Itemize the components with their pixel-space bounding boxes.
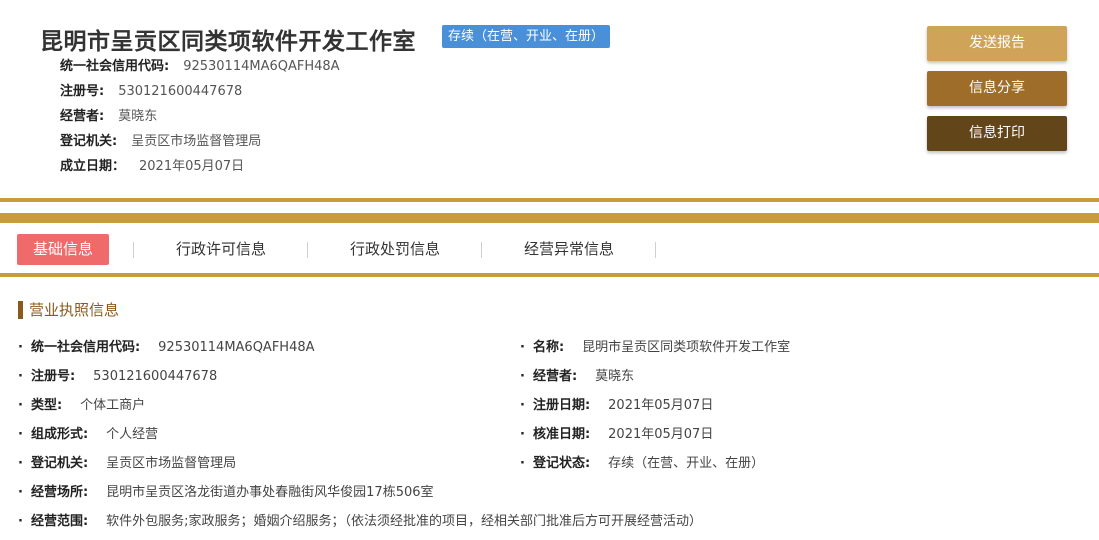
field-scope: · 经营范围: 软件外包服务;家政服务；婚姻介绍服务；（依法须经批准的项目，经相关部… bbox=[18, 514, 703, 529]
tab-separator bbox=[655, 242, 656, 258]
tab-separator bbox=[133, 242, 134, 258]
field-reg-date: · 注册日期: 2021年05月07日 bbox=[520, 398, 714, 413]
field-type: · 类型: 个体工商户 bbox=[18, 398, 146, 413]
header-label: 经营者: bbox=[60, 109, 105, 124]
field-premises: · 经营场所: 昆明市呈贡区洛龙街道办事处春融街风华俊园17栋506室 bbox=[18, 485, 434, 500]
header-value: 2021年05月07日 bbox=[139, 159, 245, 174]
field-operator: · 经营者: 莫晓东 bbox=[520, 369, 635, 384]
header-row-operator: 经营者: 莫晓东 bbox=[60, 108, 340, 133]
field-name: · 名称: 昆明市呈贡区同类项软件开发工作室 bbox=[520, 340, 791, 355]
tab-basic-info[interactable]: 基础信息 bbox=[17, 234, 110, 265]
header-value: 92530114MA6QAFH48A bbox=[183, 59, 340, 74]
field-approval-date: · 核准日期: 2021年05月07日 bbox=[520, 427, 714, 442]
print-info-button[interactable]: 信息打印 bbox=[927, 116, 1067, 151]
divider-stripe bbox=[0, 198, 1099, 202]
header-row-reg-no: 注册号: 530121600447678 bbox=[60, 83, 340, 108]
tab-admin-penalty[interactable]: 行政处罚信息 bbox=[350, 234, 440, 265]
field-composition: · 组成形式: 个人经营 bbox=[18, 427, 159, 442]
share-info-button[interactable]: 信息分享 bbox=[927, 71, 1067, 106]
header-label: 成立日期： bbox=[60, 159, 126, 174]
divider-stripe bbox=[0, 273, 1099, 277]
action-buttons: 发送报告 信息分享 信息打印 bbox=[927, 26, 1067, 161]
header-row-authority: 登记机关: 呈贡区市场监督管理局 bbox=[60, 133, 340, 158]
header-info: 统一社会信用代码: 92530114MA6QAFH48A 注册号: 53012160… bbox=[60, 58, 340, 183]
header-value: 530121600447678 bbox=[118, 84, 243, 99]
company-name: 昆明市呈贡区同类项软件开发工作室 bbox=[40, 29, 416, 55]
header-value: 呈贡区市场监督管理局 bbox=[131, 134, 262, 149]
field-reg-no: · 注册号: 530121600447678 bbox=[18, 369, 218, 384]
header-row-credit-code: 统一社会信用代码: 92530114MA6QAFH48A bbox=[60, 58, 340, 83]
tab-admin-license[interactable]: 行政许可信息 bbox=[176, 234, 266, 265]
header-label: 登记机关: bbox=[60, 134, 118, 149]
header-value: 莫晓东 bbox=[118, 109, 158, 124]
header-row-founded: 成立日期： 2021年05月07日 bbox=[60, 158, 340, 183]
section-title: 营业执照信息 bbox=[18, 301, 119, 319]
status-badge: 存续（在营、开业、在册） bbox=[442, 25, 611, 48]
tab-separator bbox=[481, 242, 482, 258]
header-label: 注册号: bbox=[60, 84, 105, 99]
send-report-button[interactable]: 发送报告 bbox=[927, 26, 1067, 61]
divider-stripe bbox=[0, 213, 1099, 223]
field-credit-code: · 统一社会信用代码: 92530114MA6QAFH48A bbox=[18, 340, 315, 355]
field-reg-status: · 登记状态: 存续（在营、开业、在册） bbox=[520, 456, 765, 471]
field-authority: · 登记机关: 呈贡区市场监督管理局 bbox=[18, 456, 237, 471]
tab-bar: 基础信息 行政许可信息 行政处罚信息 经营异常信息 bbox=[0, 234, 1099, 266]
header-label: 统一社会信用代码: bbox=[60, 59, 170, 74]
tab-abnormal-operation[interactable]: 经营异常信息 bbox=[524, 234, 614, 265]
tab-separator bbox=[307, 242, 308, 258]
